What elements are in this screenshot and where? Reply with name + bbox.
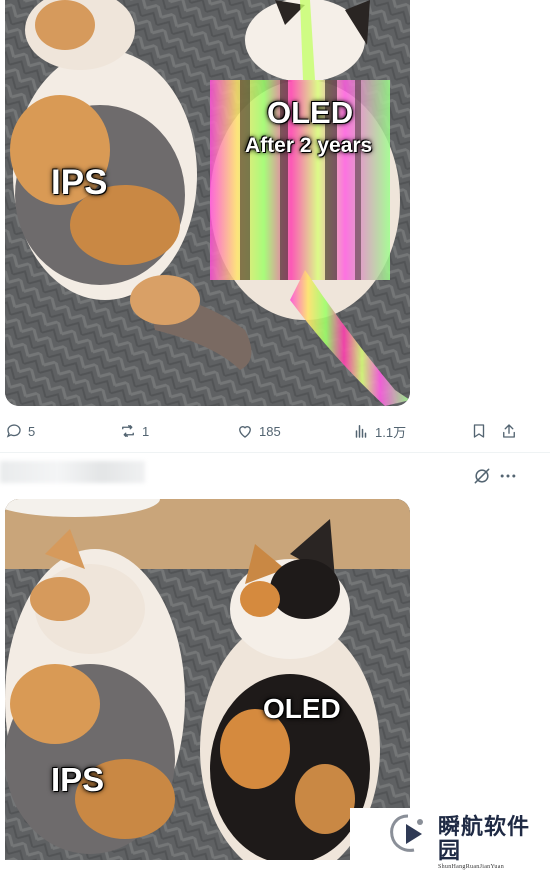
post-image-ips-vs-oled-burn-in[interactable]: OLED After 2 years IPS (5, 0, 410, 406)
views-button[interactable]: 1.1万 (352, 418, 406, 444)
reply-button[interactable]: 5 (5, 418, 35, 444)
author-name-blurred (0, 461, 145, 483)
oled-label-2: OLED (263, 693, 341, 724)
site-watermark: 瞬航软件园 ShunHangRuanJianYuan (350, 808, 536, 870)
bookmark-icon (473, 424, 485, 438)
oled-sublabel: After 2 years (245, 134, 373, 157)
reply-icon (6, 424, 21, 438)
cats-photo-1 (5, 0, 410, 406)
share-button[interactable] (500, 418, 518, 444)
repost-button[interactable]: 1 (119, 418, 149, 444)
ips-label: IPS (51, 163, 108, 202)
ips-label-2: IPS (51, 761, 105, 798)
like-button[interactable]: 185 (236, 418, 281, 444)
reply-count: 5 (28, 423, 36, 439)
post-divider (0, 452, 550, 453)
repost-count: 1 (142, 423, 150, 439)
repost-icon (122, 425, 134, 437)
more-icon (500, 474, 516, 478)
post-image-ips-vs-oled-new[interactable]: OLED IPS (5, 499, 410, 860)
heart-icon (239, 426, 251, 438)
bookmark-button[interactable] (470, 418, 488, 444)
post-action-bar: 5 1 185 1.1万 (0, 418, 550, 444)
views-count: 1.1万 (375, 424, 407, 440)
views-chart-icon (355, 425, 367, 438)
more-options-button[interactable] (498, 466, 518, 486)
like-count: 185 (259, 423, 281, 439)
grok-button[interactable] (472, 466, 492, 486)
watermark-pinyin-text: ShunHangRuanJianYuan (438, 864, 504, 870)
share-icon (503, 424, 515, 438)
cats-photo-2 (5, 499, 410, 860)
grok-icon (474, 468, 490, 484)
watermark-logo-icon (390, 814, 423, 852)
watermark-chinese-text: 瞬航软件园 (438, 815, 531, 864)
oled-label: OLED (267, 95, 354, 130)
